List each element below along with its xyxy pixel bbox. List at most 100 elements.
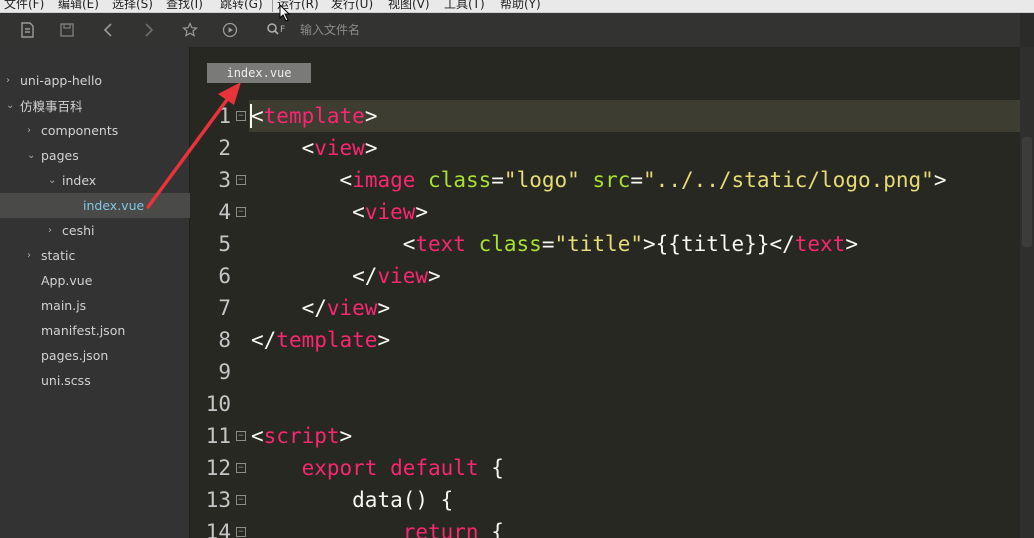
fold-toggle-icon[interactable]: − <box>236 463 246 473</box>
menu-publish[interactable]: 发行(U) <box>331 0 373 12</box>
code-line: 8 </template> <box>191 324 1020 356</box>
code-text: export default { <box>301 456 504 480</box>
menu-view[interactable]: 视图(V) <box>388 0 430 12</box>
code-text: <view> <box>352 200 429 224</box>
line-number: 5 <box>218 232 231 256</box>
line-number: 14 <box>205 520 231 538</box>
tree-item-app-vue[interactable]: App.vue <box>0 268 190 293</box>
code-line: 10 <box>191 388 1020 420</box>
code-line: 11 − <script> <box>191 420 1020 452</box>
mouse-pointer-icon <box>279 4 291 22</box>
code-line: 2 <view> <box>191 132 1020 164</box>
tree-item-pages-json[interactable]: pages.json <box>0 343 190 368</box>
tree-item-uni-app-hello[interactable]: › uni-app-hello <box>0 68 190 93</box>
text-cursor <box>250 104 252 128</box>
line-number: 11 <box>205 424 231 448</box>
new-file-icon[interactable] <box>14 13 40 47</box>
fold-toggle-icon[interactable]: − <box>236 207 246 217</box>
menu-goto[interactable]: 跳转(G) <box>220 0 263 12</box>
tree-item-label: index <box>62 173 97 188</box>
tree-item-label: uni-app-hello <box>20 73 103 88</box>
forward-icon[interactable] <box>136 13 162 47</box>
chevron-right-icon: › <box>48 224 52 236</box>
chevron-down-icon: ⌄ <box>48 174 57 186</box>
line-number: 2 <box>218 136 231 160</box>
tree-item-label: pages <box>41 148 79 163</box>
code-line: 6 </view> <box>191 260 1020 292</box>
project-tree: › uni-app-hello ⌄ 仿糗事百科 › components ⌄ p… <box>0 47 190 538</box>
menu-tools[interactable]: 工具(T) <box>444 0 485 12</box>
chevron-down-icon: ⌄ <box>6 99 15 111</box>
code-text: data() { <box>352 488 454 512</box>
menu-select[interactable]: 选择(S) <box>112 0 153 12</box>
code-line: 12 − export default { <box>191 452 1020 484</box>
line-number: 9 <box>218 360 231 384</box>
scrollbar-thumb[interactable] <box>1022 137 1032 247</box>
tree-item-label: 仿糗事百科 <box>20 99 83 114</box>
tree-item-pages[interactable]: ⌄ pages <box>0 143 190 168</box>
tree-item-manifest-json[interactable]: manifest.json <box>0 318 190 343</box>
fold-toggle-icon[interactable]: − <box>236 495 246 505</box>
code-text: <script> <box>251 424 353 448</box>
star-icon[interactable] <box>177 13 203 47</box>
line-number: 1 <box>218 104 231 128</box>
code-text: </view> <box>301 296 391 320</box>
line-number: 13 <box>205 488 231 512</box>
line-number: 4 <box>218 200 231 224</box>
code-line: 5 <text class="title">{{title}}</text> <box>191 228 1020 260</box>
fold-toggle-icon[interactable]: − <box>236 431 246 441</box>
fold-toggle-icon[interactable]: − <box>236 527 246 537</box>
chevron-right-icon: › <box>27 249 31 261</box>
tree-item-main-js[interactable]: main.js <box>0 293 190 318</box>
tree-item-uni-scss[interactable]: uni.scss <box>0 368 190 393</box>
menu-bar: 文件(F) 编辑(E) 选择(S) 查找(I) 跳转(G) 运行(R) 发行(U… <box>0 0 1034 13</box>
code-line: 7 </view> <box>191 292 1020 324</box>
code-line: 1 − <template> <box>191 100 1020 132</box>
save-icon[interactable] <box>54 13 80 47</box>
code-line: 13 − data() { <box>191 484 1020 516</box>
file-search-input[interactable] <box>300 21 700 39</box>
tree-item-label: static <box>41 248 76 263</box>
code-text: <image class="logo" src="../../static/lo… <box>339 168 947 192</box>
line-number: 7 <box>218 296 231 320</box>
code-text: <view> <box>301 136 378 160</box>
code-line: 14 − return { <box>191 516 1020 538</box>
code-text: </template> <box>251 328 391 352</box>
tree-item-label: uni.scss <box>41 373 91 388</box>
run-icon[interactable] <box>217 13 243 47</box>
tree-item-label: ceshi <box>62 223 95 238</box>
code-editor[interactable]: index.vue 1 − <template> 2 <view> 3 − <i… <box>191 47 1020 538</box>
tree-item-index-folder[interactable]: ⌄ index <box>0 168 190 193</box>
toolbar: F <box>0 13 1034 47</box>
menu-edit[interactable]: 编辑(E) <box>58 0 99 12</box>
tree-item-label: manifest.json <box>41 323 126 338</box>
tree-item-label: main.js <box>41 298 87 313</box>
tree-item-project[interactable]: ⌄ 仿糗事百科 <box>0 93 190 118</box>
menu-find[interactable]: 查找(I) <box>166 0 203 12</box>
chevron-right-icon: › <box>27 124 31 136</box>
menu-help[interactable]: 帮助(Y) <box>500 0 541 12</box>
menu-file[interactable]: 文件(F) <box>4 0 44 12</box>
code-line: 3 − <image class="logo" src="../../stati… <box>191 164 1020 196</box>
line-number: 6 <box>218 264 231 288</box>
code-text: return { <box>402 520 504 538</box>
menu-separator <box>272 0 273 12</box>
fold-toggle-icon[interactable]: − <box>236 175 246 185</box>
tree-item-index-vue[interactable]: index.vue <box>0 193 190 218</box>
code-text: </view> <box>352 264 441 288</box>
tree-item-label: pages.json <box>41 348 109 363</box>
tree-item-ceshi[interactable]: › ceshi <box>0 218 190 243</box>
tree-item-static[interactable]: › static <box>0 243 190 268</box>
tree-item-components[interactable]: › components <box>0 118 190 143</box>
code-line: 9 <box>191 356 1020 388</box>
fold-toggle-icon[interactable]: − <box>236 111 246 121</box>
back-icon[interactable] <box>95 13 121 47</box>
tree-item-label: App.vue <box>41 273 93 288</box>
editor-scrollbar[interactable] <box>1020 47 1034 538</box>
find-shortcut-label: F <box>280 25 286 35</box>
tab-index-vue[interactable]: index.vue <box>207 63 311 83</box>
code-text: <text class="title">{{title}}</text> <box>402 232 858 256</box>
tree-item-label: components <box>41 123 119 138</box>
line-number: 12 <box>205 456 231 480</box>
tree-item-label: index.vue <box>83 198 145 213</box>
